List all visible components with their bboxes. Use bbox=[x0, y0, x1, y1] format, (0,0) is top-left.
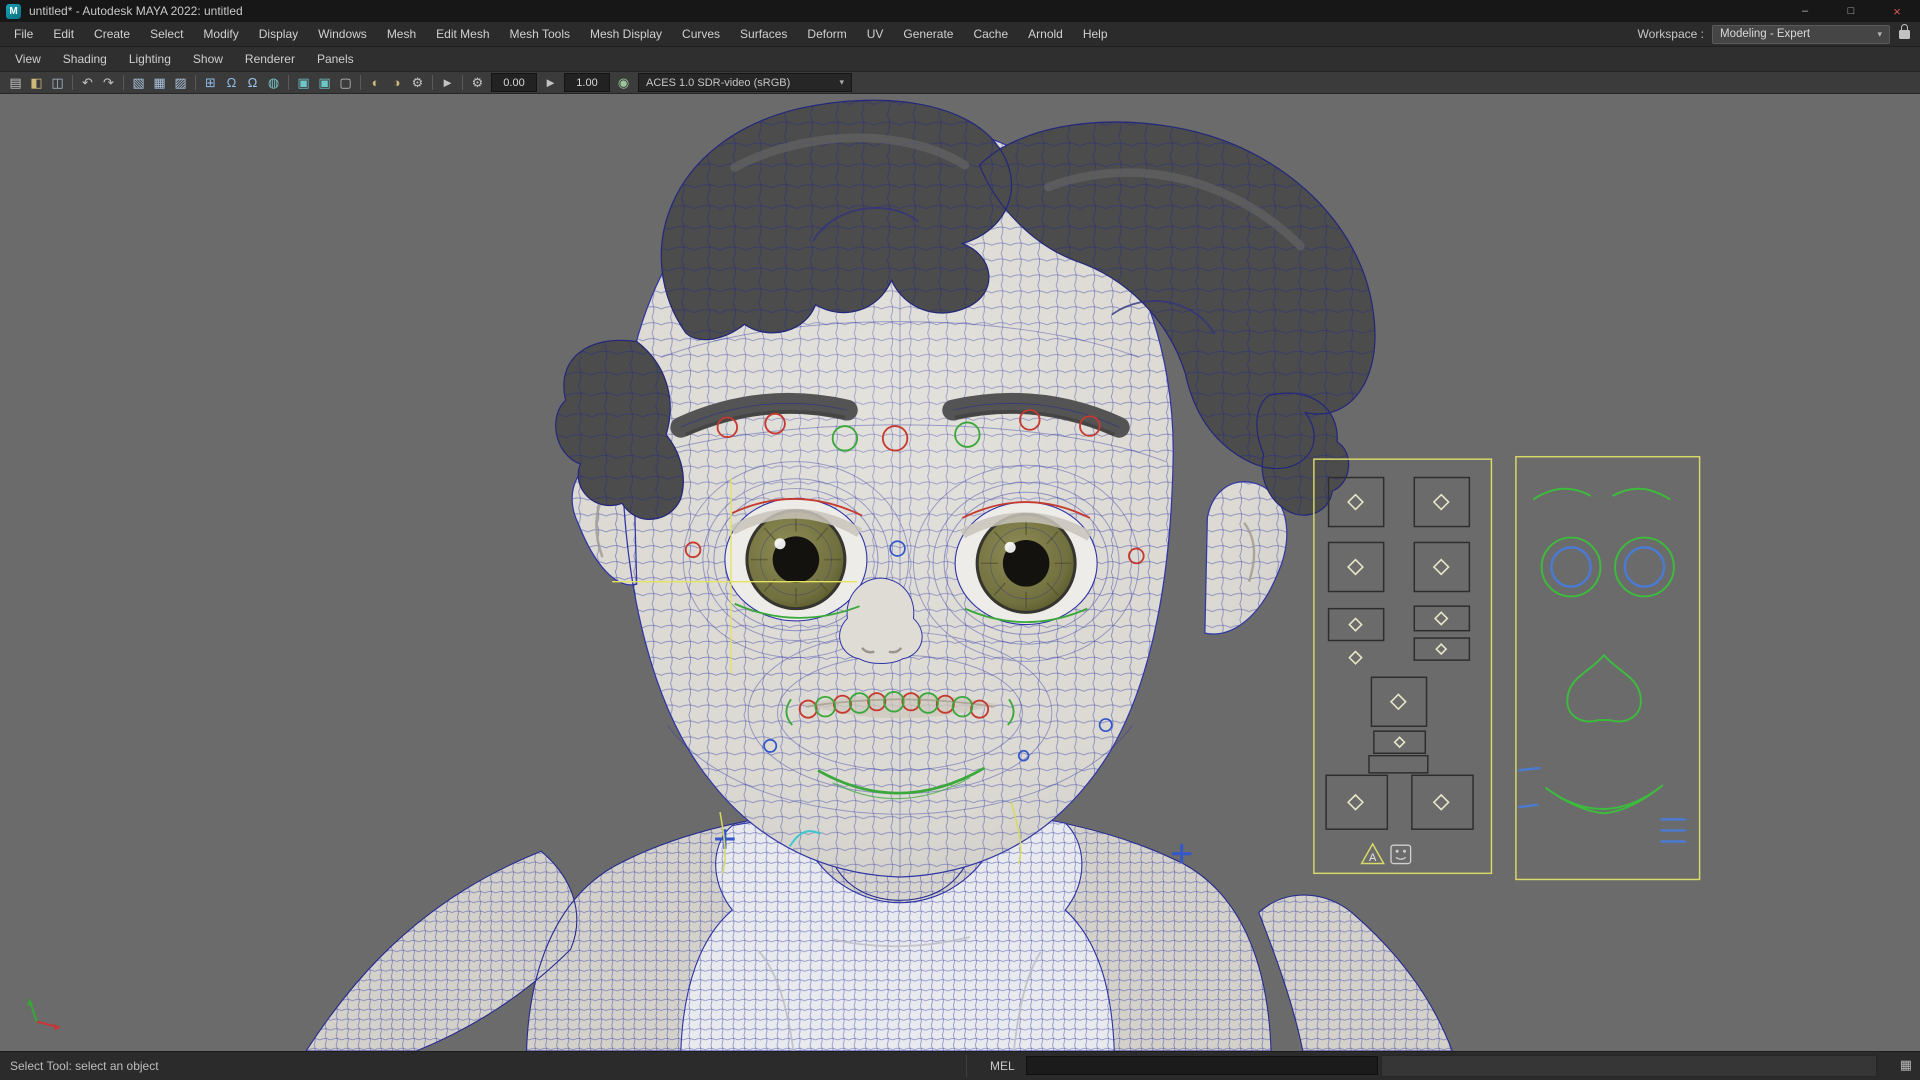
maximize-button[interactable]: □ bbox=[1828, 0, 1874, 22]
panel-menu-bar: View Shading Lighting Show Renderer Pane… bbox=[0, 47, 1920, 72]
menu-file[interactable]: File bbox=[4, 22, 43, 46]
command-feedback-field[interactable] bbox=[1381, 1055, 1877, 1077]
menu-help[interactable]: Help bbox=[1073, 22, 1118, 46]
colorspace-globe-icon[interactable]: ◉ bbox=[613, 72, 634, 94]
menu-generate[interactable]: Generate bbox=[893, 22, 963, 46]
title-bar: M untitled* - Autodesk MAYA 2022: untitl… bbox=[0, 0, 1920, 22]
help-line-text: Select Tool: select an object bbox=[10, 1059, 159, 1073]
soft-select-icon[interactable]: ⚙ bbox=[467, 72, 488, 94]
render-view-icon[interactable]: ◐ bbox=[365, 72, 386, 94]
board-a-label: A bbox=[1369, 852, 1377, 864]
workspace-label: Workspace : bbox=[1637, 27, 1704, 41]
menu-edit-mesh[interactable]: Edit Mesh bbox=[426, 22, 499, 46]
workspace-dropdown[interactable]: Modeling - Expert ▾ bbox=[1712, 24, 1890, 44]
menu-select[interactable]: Select bbox=[140, 22, 193, 46]
menu-mesh[interactable]: Mesh bbox=[377, 22, 426, 46]
step-icon[interactable]: ► bbox=[540, 72, 561, 94]
minimize-button[interactable]: – bbox=[1782, 0, 1828, 22]
mel-command-input[interactable] bbox=[1026, 1056, 1378, 1075]
new-scene-icon[interactable]: ▤ bbox=[5, 72, 26, 94]
output-connections-icon[interactable]: ▣ bbox=[314, 72, 335, 94]
colorspace-dropdown[interactable]: ACES 1.0 SDR-video (sRGB) ▾ bbox=[638, 73, 852, 92]
ipr-render-icon[interactable]: ◑ bbox=[386, 72, 407, 94]
menu-create[interactable]: Create bbox=[84, 22, 140, 46]
close-button[interactable]: × bbox=[1874, 0, 1920, 22]
menu-cache[interactable]: Cache bbox=[963, 22, 1018, 46]
menu-curves[interactable]: Curves bbox=[672, 22, 730, 46]
menu-modify[interactable]: Modify bbox=[193, 22, 248, 46]
snap-to-grid-icon[interactable]: ⊞ bbox=[200, 72, 221, 94]
viewport-toolbar: ▤ ◧ ◫ ↶ ↷ ▧ ▦ ▨ ⊞ Ω Ω ◍ ▣ ▣ ▢ ◐ ◑ ⚙ ► ⚙ … bbox=[0, 72, 1920, 94]
menu-edit[interactable]: Edit bbox=[43, 22, 84, 46]
snap-to-curve-icon[interactable]: Ω bbox=[221, 72, 242, 94]
menu-arnold[interactable]: Arnold bbox=[1018, 22, 1073, 46]
status-bar: Select Tool: select an object MEL ▦ bbox=[0, 1051, 1920, 1080]
menu-mesh-display[interactable]: Mesh Display bbox=[580, 22, 672, 46]
make-live-icon[interactable]: ◍ bbox=[263, 72, 284, 94]
status-divider bbox=[966, 1055, 967, 1077]
mel-toggle[interactable]: MEL bbox=[990, 1059, 1015, 1073]
maya-logo-icon: M bbox=[6, 3, 21, 19]
viewport-3d[interactable]: A bbox=[0, 94, 1920, 1051]
panelmenu-renderer[interactable]: Renderer bbox=[234, 47, 306, 71]
scale-value-field[interactable] bbox=[564, 73, 610, 92]
workspace-value: Modeling - Expert bbox=[1720, 28, 1811, 40]
menu-surfaces[interactable]: Surfaces bbox=[730, 22, 797, 46]
menu-windows[interactable]: Windows bbox=[308, 22, 377, 46]
menu-uv[interactable]: UV bbox=[857, 22, 894, 46]
window-title: untitled* - Autodesk MAYA 2022: untitled bbox=[29, 4, 243, 18]
construction-history-icon[interactable]: ▢ bbox=[335, 72, 356, 94]
panelmenu-show[interactable]: Show bbox=[182, 47, 234, 71]
chevron-down-icon: ▾ bbox=[839, 77, 844, 87]
chevron-down-icon: ▾ bbox=[1877, 28, 1882, 39]
undo-icon[interactable]: ↶ bbox=[77, 72, 98, 94]
open-scene-icon[interactable]: ◧ bbox=[26, 72, 47, 94]
main-menu-bar: File Edit Create Select Modify Display W… bbox=[0, 22, 1920, 47]
redo-icon[interactable]: ↷ bbox=[98, 72, 119, 94]
absolute-transform-icon[interactable]: ► bbox=[437, 72, 458, 94]
snap-to-point-icon[interactable]: Ω bbox=[242, 72, 263, 94]
menu-mesh-tools[interactable]: Mesh Tools bbox=[500, 22, 580, 46]
script-editor-icon[interactable]: ▦ bbox=[1900, 1057, 1912, 1073]
colorspace-value: ACES 1.0 SDR-video (sRGB) bbox=[646, 76, 791, 89]
save-scene-icon[interactable]: ◫ bbox=[47, 72, 68, 94]
input-connections-icon[interactable]: ▣ bbox=[293, 72, 314, 94]
select-object-icon[interactable]: ▦ bbox=[149, 72, 170, 94]
menu-deform[interactable]: Deform bbox=[797, 22, 856, 46]
panelmenu-panels[interactable]: Panels bbox=[306, 47, 365, 71]
panelmenu-view[interactable]: View bbox=[4, 47, 52, 71]
workspace-lock-icon[interactable] bbox=[1899, 23, 1910, 39]
select-hierarchy-icon[interactable]: ▧ bbox=[128, 72, 149, 94]
translate-value-field[interactable] bbox=[491, 73, 537, 92]
panelmenu-lighting[interactable]: Lighting bbox=[118, 47, 182, 71]
panelmenu-shading[interactable]: Shading bbox=[52, 47, 118, 71]
select-component-icon[interactable]: ▨ bbox=[170, 72, 191, 94]
viewport-panel[interactable]: A bbox=[0, 94, 1920, 1051]
menu-display[interactable]: Display bbox=[249, 22, 308, 46]
render-settings-icon[interactable]: ⚙ bbox=[407, 72, 428, 94]
